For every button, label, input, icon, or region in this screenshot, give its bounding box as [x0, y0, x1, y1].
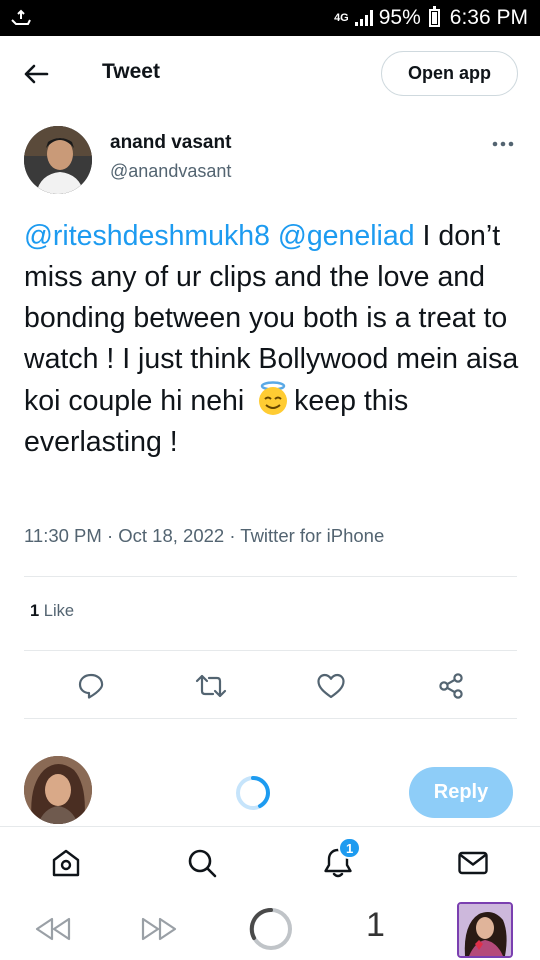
- nav-home[interactable]: [48, 845, 84, 881]
- divider: [24, 718, 517, 719]
- fast-forward-icon: [141, 917, 177, 941]
- network-type: 4G: [334, 12, 349, 24]
- retweet-action-button[interactable]: [191, 664, 231, 708]
- share-action-button[interactable]: [431, 664, 471, 708]
- tweet-actions: [24, 664, 517, 708]
- divider: [24, 576, 517, 577]
- like-action-button[interactable]: [311, 664, 351, 708]
- reply-action-button[interactable]: [71, 664, 111, 708]
- reply-button[interactable]: Reply: [409, 767, 513, 818]
- author-avatar[interactable]: [24, 126, 92, 194]
- search-icon: [188, 849, 217, 878]
- messages-icon: [458, 851, 488, 875]
- reply-icon: [78, 673, 104, 699]
- mention-link[interactable]: @riteshdeshmukh8: [24, 220, 270, 252]
- notification-icon: [11, 9, 31, 25]
- more-icon: [492, 141, 514, 147]
- mention-link[interactable]: @geneliad: [278, 220, 415, 252]
- battery-icon: [428, 6, 440, 27]
- status-time: 6:36 PM: [449, 6, 528, 29]
- page-title: Tweet: [102, 60, 160, 83]
- tweet-meta[interactable]: 11:30 PM · Oct 18, 2022 · Twitter for iP…: [24, 525, 384, 547]
- nav-search[interactable]: [184, 845, 220, 881]
- back-button[interactable]: [20, 58, 52, 90]
- reload-icon: [249, 907, 292, 950]
- battery-percent: 95%: [378, 6, 421, 29]
- more-options-button[interactable]: [486, 130, 520, 158]
- notification-badge: 1: [338, 837, 362, 859]
- like-icon: [317, 673, 345, 699]
- share-icon: [439, 673, 463, 699]
- back-arrow-icon: [24, 64, 49, 84]
- like-number: 1: [30, 602, 40, 620]
- browser-toolbar: 1: [0, 898, 540, 960]
- tab-thumbnail[interactable]: [457, 902, 513, 958]
- smiling-face-with-halo-emoji: [259, 381, 288, 415]
- nav-messages[interactable]: [455, 845, 491, 881]
- home-icon: [52, 849, 80, 877]
- loading-spinner-icon: [236, 776, 271, 810]
- tab-count[interactable]: 1: [366, 906, 385, 945]
- browser-back-button[interactable]: [32, 910, 74, 948]
- tweet-text: @riteshdeshmukh8 @geneliad I don’t miss …: [24, 216, 524, 463]
- header: Tweet Open app: [0, 36, 540, 110]
- signal-icon: [354, 10, 373, 26]
- status-bar: 4G 95% 6:36 PM: [0, 0, 540, 36]
- rewind-icon: [35, 917, 71, 941]
- browser-forward-button[interactable]: [138, 910, 180, 948]
- author-handle[interactable]: @anandvasant: [110, 161, 231, 182]
- retweet-icon: [195, 674, 227, 698]
- browser-reload-button[interactable]: [248, 906, 294, 952]
- likes-count[interactable]: 1 Like: [30, 602, 74, 621]
- user-avatar[interactable]: [24, 756, 92, 824]
- divider: [24, 650, 517, 651]
- open-app-button[interactable]: Open app: [381, 51, 518, 96]
- author-name[interactable]: anand vasant: [110, 132, 231, 154]
- bottom-navigation: 1: [0, 826, 540, 898]
- like-label: Like: [39, 602, 75, 620]
